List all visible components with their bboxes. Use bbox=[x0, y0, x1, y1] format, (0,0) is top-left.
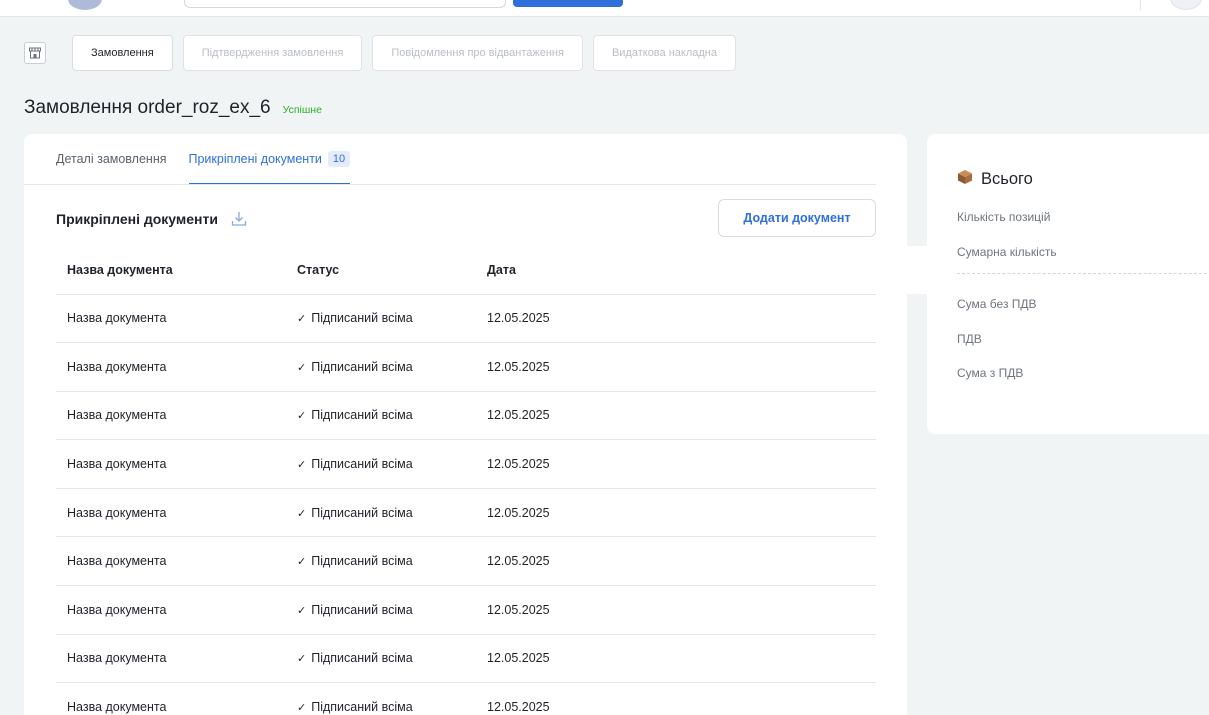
section-title-label: Прикріплені документи bbox=[56, 211, 218, 227]
step-shipment-notice[interactable]: Повідомлення про відвантаження bbox=[372, 35, 583, 71]
document-name-cell[interactable]: Назва документа bbox=[56, 294, 286, 344]
column-header-name[interactable]: Назва документа bbox=[56, 246, 286, 295]
document-status-cell: ✓ Підписаний всіма bbox=[286, 391, 476, 441]
document-date-cell: 12.05.2025 bbox=[476, 391, 876, 441]
check-icon: ✓ bbox=[297, 702, 307, 715]
status-badge: Успішне bbox=[282, 104, 322, 116]
page-title: Замовлення order_roz_ex_6 bbox=[24, 97, 271, 118]
check-icon: ✓ bbox=[297, 459, 307, 472]
summary-card: Всього Кількість позицій Сумарна кількіс… bbox=[927, 134, 1209, 434]
status-text: Підписаний всіма bbox=[311, 505, 413, 520]
document-status-cell: ✓ Підписаний всіма bbox=[286, 585, 476, 635]
document-name-cell[interactable]: Назва документа bbox=[56, 488, 286, 538]
status-text: Підписаний всіма bbox=[311, 457, 413, 472]
table-row[interactable]: Назва документа ✓ Підписаний всіма 12.05.20… bbox=[56, 294, 876, 344]
top-app-bar bbox=[0, 0, 1209, 17]
document-date-cell: 12.05.2025 bbox=[476, 634, 876, 684]
table-row[interactable]: Назва документа ✓ Підписаний всіма 12.05.20… bbox=[56, 391, 876, 441]
document-date-cell: 12.05.2025 bbox=[476, 439, 876, 489]
search-input[interactable] bbox=[184, 0, 506, 8]
order-card: Деталі замовлення Прикріплені документи … bbox=[24, 134, 907, 715]
count-badge: 10 bbox=[327, 151, 351, 167]
table-row[interactable]: Назва документа ✓ Підписаний всіма 12.05.20… bbox=[56, 536, 876, 587]
store-icon[interactable] bbox=[24, 42, 46, 64]
status-text: Підписаний всіма bbox=[311, 311, 413, 326]
document-name-cell[interactable]: Назва документа bbox=[56, 682, 286, 715]
check-icon: ✓ bbox=[297, 556, 307, 569]
package-icon bbox=[957, 169, 973, 190]
summary-item-vat: ПДВ bbox=[957, 332, 982, 346]
column-header-status[interactable]: Статус bbox=[286, 246, 476, 295]
status-text: Підписаний всіма bbox=[311, 554, 413, 569]
summary-item-sum-with-vat: Сума з ПДВ bbox=[957, 366, 1024, 380]
check-icon: ✓ bbox=[297, 653, 307, 666]
table-row[interactable]: Назва документа ✓ Підписаний всіма 12.05.20… bbox=[56, 634, 876, 684]
download-icon[interactable] bbox=[230, 210, 248, 228]
status-text: Підписаний всіма bbox=[311, 602, 413, 617]
check-icon: ✓ bbox=[297, 507, 307, 520]
tab-attached-documents[interactable]: Прикріплені документи 10 bbox=[188, 134, 351, 185]
step-invoice[interactable]: Видаткова накладна bbox=[592, 35, 736, 71]
tabs-divider bbox=[24, 184, 876, 185]
step-order-confirmation[interactable]: Підтвердження замовлення bbox=[182, 35, 363, 71]
document-name-cell[interactable]: Назва документа bbox=[56, 585, 286, 635]
tab-order-details[interactable]: Деталі замовлення bbox=[56, 134, 167, 184]
column-header-date[interactable]: Дата bbox=[476, 246, 876, 295]
document-name-cell[interactable]: Назва документа bbox=[56, 634, 286, 684]
section-title: Прикріплені документи bbox=[56, 210, 248, 228]
document-status-cell: ✓ Підписаний всіма bbox=[286, 536, 476, 587]
tab-label: Прикріплені документи bbox=[188, 152, 322, 166]
summary-title: Всього bbox=[981, 170, 1033, 188]
document-name-cell[interactable]: Назва документа bbox=[56, 536, 286, 587]
add-document-button[interactable]: Додати документ bbox=[718, 199, 876, 237]
step-order[interactable]: Замовлення bbox=[72, 35, 173, 71]
document-name-cell[interactable]: Назва документа bbox=[56, 439, 286, 489]
document-date-cell: 12.05.2025 bbox=[476, 682, 876, 715]
table-row[interactable]: Назва документа ✓ Підписаний всіма 12.05.20… bbox=[56, 585, 876, 635]
status-text: Підписаний всіма bbox=[311, 700, 413, 715]
summary-item-positions: Кількість позицій bbox=[957, 210, 1051, 224]
document-name-cell[interactable]: Назва документа bbox=[56, 391, 286, 441]
status-text: Підписаний всіма bbox=[311, 651, 413, 666]
logo-avatar[interactable] bbox=[68, 0, 102, 10]
check-icon: ✓ bbox=[297, 313, 307, 326]
table-row[interactable]: Назва документа ✓ Підписаний всіма 12.05.20… bbox=[56, 342, 876, 392]
check-icon: ✓ bbox=[297, 410, 307, 423]
table-row[interactable]: Назва документа ✓ Підписаний всіма 12.05.20… bbox=[56, 439, 876, 489]
documents-table: Назва документа Статус Дата Назва докуме… bbox=[56, 246, 876, 715]
document-status-cell: ✓ Підписаний всіма bbox=[286, 682, 476, 715]
summary-divider bbox=[957, 273, 1209, 274]
status-text: Підписаний всіма bbox=[311, 408, 413, 423]
document-status-cell: ✓ Підписаний всіма bbox=[286, 634, 476, 684]
search-button[interactable] bbox=[513, 0, 623, 7]
document-name-cell[interactable]: Назва документа bbox=[56, 342, 286, 392]
check-icon: ✓ bbox=[297, 361, 307, 374]
check-icon: ✓ bbox=[297, 604, 307, 617]
document-status-cell: ✓ Підписаний всіма bbox=[286, 294, 476, 344]
summary-item-total-quantity: Сумарна кількість bbox=[957, 245, 1057, 259]
summary-header: Всього bbox=[957, 169, 1033, 190]
card-gap bbox=[906, 246, 928, 294]
table-header-row: Назва документа Статус Дата bbox=[56, 246, 876, 295]
document-date-cell: 12.05.2025 bbox=[476, 536, 876, 587]
document-steps: Замовлення Підтвердження замовлення Пові… bbox=[24, 35, 746, 71]
status-text: Підписаний всіма bbox=[311, 359, 413, 374]
page-header: Замовлення order_roz_ex_6 Успішне bbox=[24, 97, 322, 119]
document-date-cell: 12.05.2025 bbox=[476, 342, 876, 392]
document-date-cell: 12.05.2025 bbox=[476, 294, 876, 344]
tab-label: Деталі замовлення bbox=[56, 152, 167, 166]
document-date-cell: 12.05.2025 bbox=[476, 585, 876, 635]
table-row[interactable]: Назва документа ✓ Підписаний всіма 12.05.20… bbox=[56, 682, 876, 715]
document-status-cell: ✓ Підписаний всіма bbox=[286, 342, 476, 392]
document-status-cell: ✓ Підписаний всіма bbox=[286, 488, 476, 538]
summary-item-sum-no-vat: Сума без ПДВ bbox=[957, 297, 1037, 311]
divider bbox=[1140, 0, 1141, 10]
user-avatar[interactable] bbox=[1170, 0, 1202, 10]
detail-tabs: Деталі замовлення Прикріплені документи … bbox=[56, 134, 372, 185]
table-row[interactable]: Назва документа ✓ Підписаний всіма 12.05.20… bbox=[56, 488, 876, 538]
document-status-cell: ✓ Підписаний всіма bbox=[286, 439, 476, 489]
document-date-cell: 12.05.2025 bbox=[476, 488, 876, 538]
